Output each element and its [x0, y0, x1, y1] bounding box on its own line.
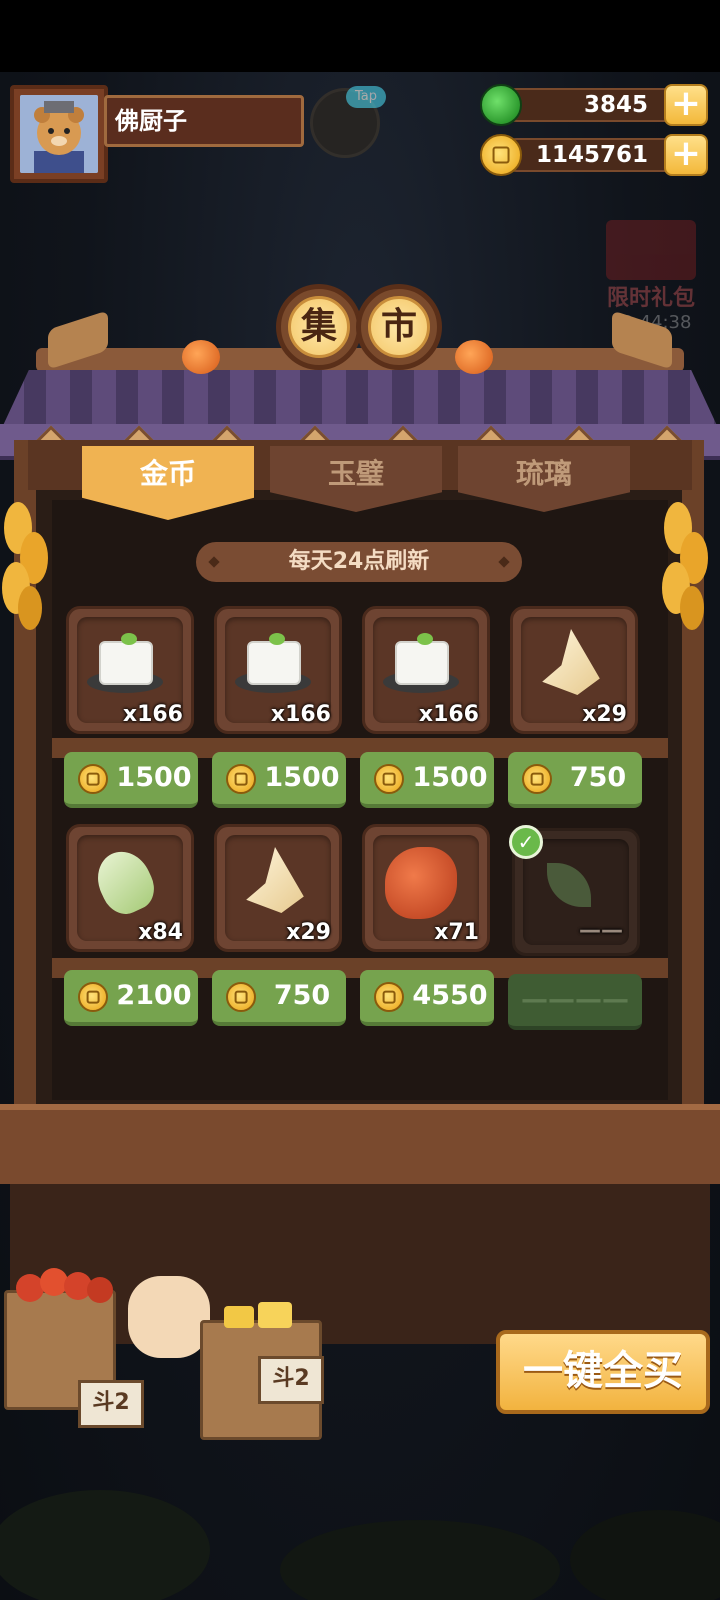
market-title-char-2: 市	[368, 296, 430, 358]
market-title-badge-1: 集	[276, 284, 362, 370]
market-title-char-1: 集	[288, 296, 350, 358]
vendor-face	[128, 1276, 210, 1358]
item-price: 1500	[116, 762, 192, 793]
coin-icon	[374, 982, 404, 1012]
stall-counter	[0, 1104, 720, 1184]
coin-icon	[480, 134, 522, 176]
coin-currency: 1145761 +	[480, 134, 708, 176]
item-price: 750	[569, 762, 627, 793]
item-slot-2[interactable]: x166	[214, 606, 342, 734]
buy-all-button[interactable]: 一键全买	[496, 1330, 710, 1414]
jade-amount: 3845	[500, 88, 690, 122]
buy-button-8-disabled: ————	[508, 974, 642, 1030]
item-price: 750	[273, 980, 331, 1011]
roof-tiles	[0, 370, 720, 432]
item-slot-1[interactable]: x166	[66, 606, 194, 734]
item-slot-4[interactable]: x29	[510, 606, 638, 734]
item-quantity: x29	[286, 920, 331, 945]
jade-currency: 3845 +	[480, 84, 708, 126]
fish-icon	[385, 847, 457, 919]
coin-icon	[226, 764, 256, 794]
buy-button-7[interactable]: 4550	[360, 970, 494, 1026]
coin-icon	[374, 764, 404, 794]
tomato-pile-icon	[16, 1268, 113, 1303]
add-jade-button[interactable]: +	[664, 84, 708, 126]
item-price: 1500	[412, 762, 488, 793]
item-quantity: x84	[138, 920, 183, 945]
buy-button-3[interactable]: 1500	[360, 752, 494, 808]
item-quantity: x71	[434, 920, 479, 945]
persimmon-icon	[455, 340, 493, 374]
item-slot-8-sold: —— ✓	[509, 825, 640, 956]
garnish	[269, 633, 285, 645]
corn-hanging-left-icon	[2, 502, 48, 630]
garnish	[121, 633, 137, 645]
player-name: 佛厨子	[104, 95, 304, 147]
item-price: 2100	[116, 980, 192, 1011]
item-quantity: x29	[582, 702, 627, 727]
item-quantity: x166	[418, 702, 479, 727]
tap-tag: Tap	[346, 86, 386, 108]
stall-sign-left: 斗2	[78, 1380, 144, 1428]
persimmon-icon	[182, 340, 220, 374]
jade-icon	[480, 84, 522, 126]
coin-amount: 1145761	[500, 138, 690, 172]
tofu-icon	[247, 641, 301, 685]
item-quantity: ——	[579, 918, 623, 943]
purchased-check-icon: ✓	[509, 825, 543, 859]
status-bar	[0, 0, 720, 72]
player-avatar[interactable]	[10, 85, 108, 183]
foreground-foliage	[0, 1490, 720, 1600]
refresh-note: 每天24点刷新	[196, 542, 522, 582]
buy-button-2[interactable]: 1500	[212, 752, 346, 808]
corn-hanging-right-icon	[662, 502, 708, 630]
limited-gift-label: 限时礼包	[606, 286, 695, 311]
roof-beam	[36, 348, 684, 372]
buy-button-5[interactable]: 2100	[64, 970, 198, 1026]
item-slot-7[interactable]: x71	[362, 824, 490, 952]
tofu-icon	[99, 641, 153, 685]
bear-chef-avatar-icon	[20, 95, 98, 173]
item-slot-5[interactable]: x84	[66, 824, 194, 952]
coin-icon	[226, 982, 256, 1012]
item-quantity: x166	[270, 702, 331, 727]
tofu-icon	[395, 641, 449, 685]
item-slot-3[interactable]: x166	[362, 606, 490, 734]
coin-icon	[78, 982, 108, 1012]
gift-box-icon	[606, 220, 696, 280]
add-coin-button[interactable]: +	[664, 134, 708, 176]
ginger-pile-icon	[224, 1302, 292, 1328]
item-price: ————	[521, 984, 629, 1015]
coin-icon	[522, 764, 552, 794]
item-quantity: x166	[122, 702, 183, 727]
buy-button-4[interactable]: 750	[508, 752, 642, 808]
buy-button-6[interactable]: 750	[212, 970, 346, 1026]
garnish	[417, 633, 433, 645]
item-slot-6[interactable]: x29	[214, 824, 342, 952]
market-title-badge-2: 市	[356, 284, 442, 370]
item-price: 4550	[412, 980, 488, 1011]
coin-icon	[78, 764, 108, 794]
stall-sign-right: 斗2	[258, 1356, 324, 1404]
buy-button-1[interactable]: 1500	[64, 752, 198, 808]
item-price: 1500	[264, 762, 340, 793]
